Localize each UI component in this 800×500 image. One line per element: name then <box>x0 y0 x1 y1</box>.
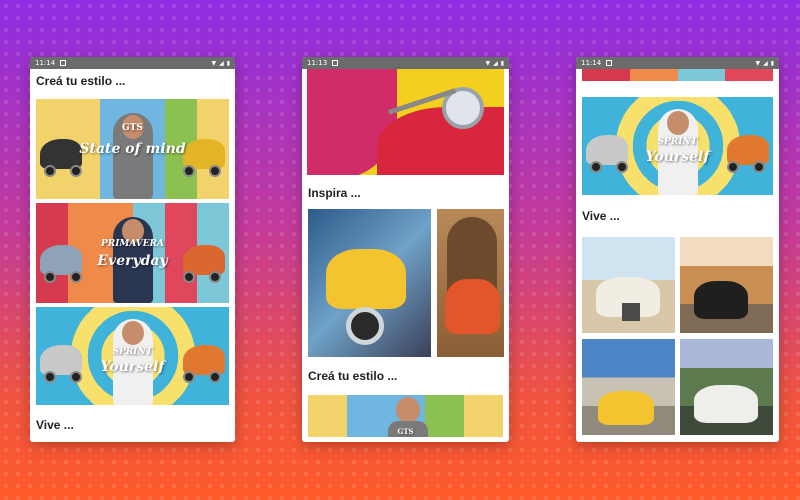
signal-icon: ◢ <box>219 59 224 67</box>
photo-scooter-beach[interactable] <box>582 237 675 333</box>
wifi-icon: ▼ <box>211 59 217 67</box>
banner-previous-partial[interactable] <box>582 69 773 81</box>
scooter-image <box>694 385 758 423</box>
banner-line2: Everyday <box>97 253 168 269</box>
photo-white-scooter-garden[interactable] <box>680 339 773 435</box>
scooter-image <box>694 281 748 319</box>
banner-line2: State of mind <box>79 141 186 157</box>
banner-sprint[interactable]: SPRINT Yourself <box>582 97 773 195</box>
banner-line1: SPRINT <box>657 137 698 147</box>
scooter-image <box>445 279 500 334</box>
wheel <box>70 271 82 283</box>
battery-icon: ▮ <box>770 59 774 67</box>
status-bar: 11:13 ▼ ◢ ▮ <box>302 57 509 69</box>
photo-orange-scooter[interactable] <box>437 209 504 357</box>
banner-line1: GTS <box>122 123 143 133</box>
wifi-icon: ▼ <box>485 59 491 67</box>
banner-gts-partial[interactable]: GTS <box>308 395 503 437</box>
wheel <box>183 165 195 177</box>
bag-image <box>622 303 640 321</box>
wheel <box>209 165 221 177</box>
signal-icon: ◢ <box>493 59 498 67</box>
status-bar: 11:14 ▼ ◢ ▮ <box>576 57 779 69</box>
phone-screen-2: 11:13 ▼ ◢ ▮ Inspira ... Creá tu estilo .… <box>302 57 509 442</box>
wheel <box>209 271 221 283</box>
scooter-image <box>598 391 654 425</box>
signal-icon: ◢ <box>763 59 768 67</box>
phone-screen-3: 11:14 ▼ ◢ ▮ SPRINT Yourself Vive ... <box>576 57 779 442</box>
person-image <box>396 397 420 423</box>
battery-icon: ▮ <box>500 59 504 67</box>
phone-screen-1: 11:14 ▼ ◢ ▮ Creá tu estilo ... GTS State… <box>30 57 235 442</box>
status-time: 11:13 <box>307 59 328 67</box>
photo-red-vespa[interactable] <box>307 69 504 175</box>
notification-icon <box>606 60 613 66</box>
wheel <box>346 307 384 345</box>
status-time: 11:14 <box>581 59 602 67</box>
section-title-crea: Creá tu estilo ... <box>36 74 126 88</box>
wheel <box>44 271 56 283</box>
banner-line2: Yourself <box>100 359 165 375</box>
section-title-inspira: Inspira ... <box>308 186 361 200</box>
battery-icon: ▮ <box>226 59 230 67</box>
banner-line2: Yourself <box>645 149 710 165</box>
section-title-vive: Vive ... <box>582 209 620 223</box>
notification-icon <box>60 60 67 66</box>
section-title-vive: Vive ... <box>36 418 74 432</box>
banner-line1: SPRINT <box>112 347 153 357</box>
photo-scooter-city-bridge[interactable] <box>680 237 773 333</box>
wheel <box>183 271 195 283</box>
banner-line1: GTS <box>397 427 414 436</box>
wheel <box>44 165 56 177</box>
status-bar: 11:14 ▼ ◢ ▮ <box>30 57 235 69</box>
banner-line1: PRIMAVERA <box>100 239 165 249</box>
photo-yellow-scooter-painting[interactable] <box>308 209 431 357</box>
wifi-icon: ▼ <box>755 59 761 67</box>
banner-primavera[interactable]: PRIMAVERA Everyday <box>36 203 229 303</box>
banner-gts[interactable]: GTS State of mind <box>36 99 229 199</box>
photo-yellow-scooter-plaza[interactable] <box>582 339 675 435</box>
wheel <box>70 165 82 177</box>
scooter-image <box>326 249 406 309</box>
banner-sprint[interactable]: SPRINT Yourself <box>36 307 229 405</box>
status-time: 11:14 <box>35 59 56 67</box>
notification-icon <box>332 60 339 66</box>
section-title-crea: Creá tu estilo ... <box>308 369 398 383</box>
